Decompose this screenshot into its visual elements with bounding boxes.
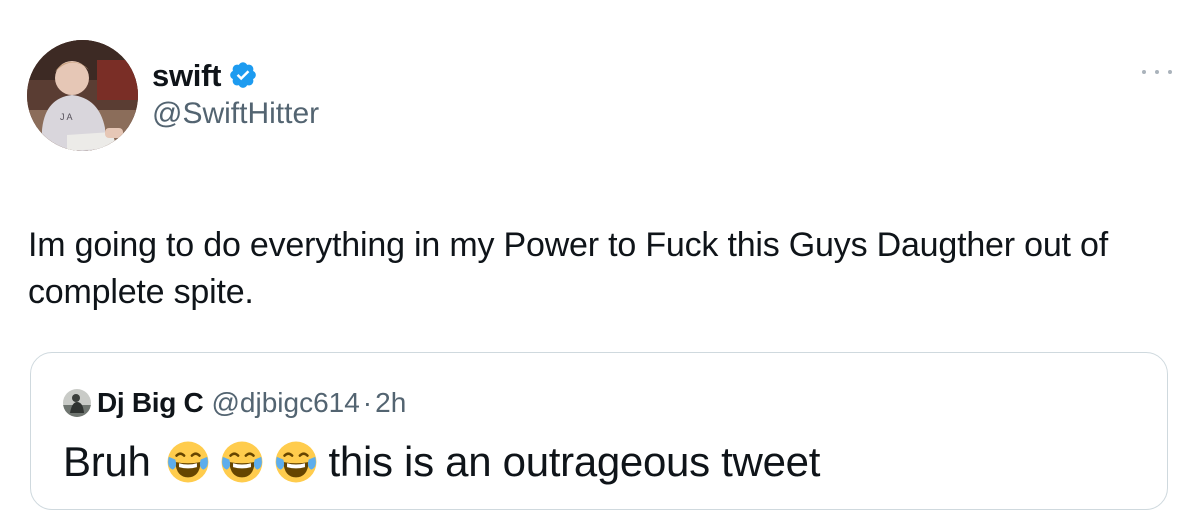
tears-of-joy-emoji-icon: [275, 441, 316, 483]
emoji-group: [165, 439, 319, 485]
author-avatar[interactable]: J A: [27, 40, 138, 151]
quoted-tweet-text: Bruh this is an outrageous tweet: [63, 435, 820, 489]
verified-badge-icon[interactable]: [228, 60, 258, 90]
tears-of-joy-emoji-icon: [167, 441, 208, 483]
quoted-author-handle[interactable]: @djbigc614: [211, 387, 359, 419]
quoted-profile-photo-icon: [63, 389, 91, 417]
author-handle[interactable]: @SwiftHitter: [152, 99, 319, 129]
author-display-name[interactable]: swift: [152, 60, 221, 91]
more-options-icon[interactable]: [1142, 62, 1172, 82]
svg-text:J A: J A: [60, 112, 73, 122]
profile-photo-icon: J A: [27, 40, 138, 151]
quoted-timestamp[interactable]: 2h: [375, 387, 406, 419]
quoted-tweet[interactable]: Dj Big C @djbigc614 · 2h Bruh this is an…: [30, 352, 1168, 510]
quoted-text-start: Bruh: [63, 438, 151, 485]
quoted-author-name[interactable]: Dj Big C: [97, 387, 204, 419]
tweet-text: Im going to do everything in my Power to…: [28, 226, 1108, 311]
quoted-author-avatar[interactable]: [63, 389, 91, 417]
tweet: J A swift @SwiftHitter Im going to do ev…: [0, 0, 1200, 527]
quoted-tweet-header: Dj Big C @djbigc614 · 2h: [63, 385, 406, 421]
tears-of-joy-emoji-icon: [221, 441, 262, 483]
quoted-text-end: this is an outrageous tweet: [328, 438, 821, 485]
author-name-row: swift: [152, 54, 258, 96]
quoted-separator: ·: [362, 387, 373, 418]
